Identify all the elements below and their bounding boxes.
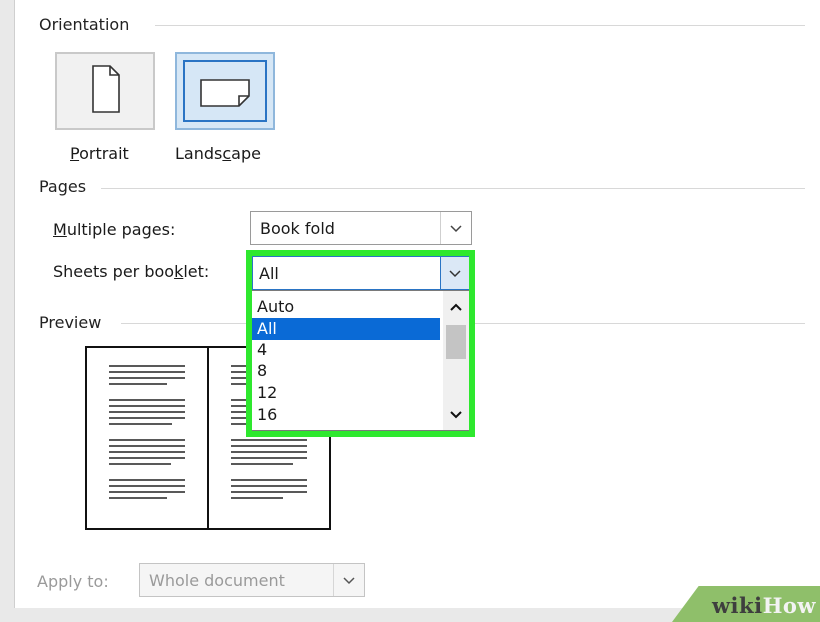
portrait-label: Portrait	[70, 144, 129, 163]
chevron-down-icon	[450, 225, 462, 233]
multiple-pages-label: Multiple pages:	[53, 220, 176, 239]
landscape-label: Landscape	[175, 144, 261, 163]
portrait-button[interactable]	[55, 52, 155, 130]
multiple-pages-value: Book fold	[260, 219, 335, 238]
landscape-page-icon	[200, 79, 250, 107]
pages-divider	[101, 188, 805, 189]
apply-to-select[interactable]: Whole document	[139, 563, 365, 597]
apply-to-value: Whole document	[149, 571, 285, 590]
chevron-down-icon	[343, 577, 355, 585]
wikihow-logo-wiki: wiki	[711, 593, 763, 618]
highlight-box	[246, 250, 475, 437]
preview-title: Preview	[39, 313, 112, 332]
apply-to-arrow[interactable]	[333, 564, 364, 596]
pages-title: Pages	[39, 177, 97, 196]
sheets-per-booklet-label: Sheets per booklet:	[53, 262, 210, 281]
apply-to-label: Apply to:	[37, 572, 109, 591]
multiple-pages-select[interactable]: Book fold	[250, 211, 472, 245]
wikihow-logo-how: How	[762, 593, 816, 618]
orientation-divider	[155, 25, 805, 26]
orientation-title: Orientation	[39, 15, 140, 34]
portrait-page-icon	[92, 65, 120, 113]
multiple-pages-arrow[interactable]	[440, 212, 471, 244]
landscape-button[interactable]	[175, 52, 275, 130]
wikihow-logo: wikiHow	[712, 593, 816, 618]
